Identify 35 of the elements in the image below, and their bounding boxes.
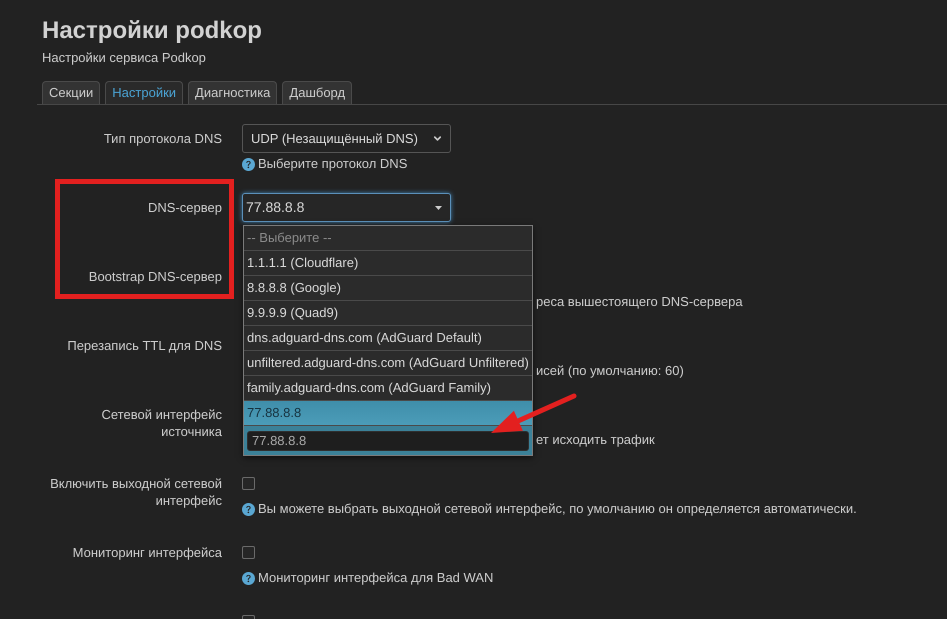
dropdown-option[interactable]: 8.8.8.8 (Google) <box>244 276 532 301</box>
tab[interactable]: Секции <box>42 81 100 104</box>
hint-text: Вы можете выбрать выходной сетевой интерфейс, по умолчанию он определяется автоматически. <box>258 501 857 517</box>
field-label: Мониторинг интерфейса <box>72 545 222 560</box>
dropdown-option[interactable]: 9.9.9.9 (Quad9) <box>244 301 532 326</box>
help-icon <box>242 502 255 516</box>
field-label: Тип протокола DNS <box>104 131 222 146</box>
field-label: DNS-сервер <box>148 200 222 215</box>
tab[interactable]: Настройки <box>105 81 184 104</box>
checkbox[interactable] <box>242 546 255 559</box>
tab[interactable]: Дашборд <box>282 81 352 104</box>
dropdown-option[interactable]: unfiltered.adguard-dns.com (AdGuard Unfiltered) <box>244 351 532 376</box>
hint-text: Выберите протокол DNS <box>258 156 408 172</box>
hint-text: Мониторинг интерфейса для Bad WAN <box>258 570 494 586</box>
field-label: Перезапись TTL для DNS <box>67 338 222 353</box>
hint-text: исей (по умолчанию: 60) <box>536 363 684 379</box>
page-subtitle: Настройки сервиса Podkop <box>42 49 206 66</box>
help-icon <box>242 158 255 170</box>
page-title: Настройки podkop <box>42 17 262 45</box>
dropdown-option[interactable]: 77.88.8.8 <box>244 401 532 426</box>
select-field[interactable]: UDP (Незащищённый DNS) <box>242 124 451 153</box>
combobox-field[interactable]: 77.88.8.8 <box>242 193 451 222</box>
dropdown-option[interactable]: family.adguard-dns.com (AdGuard Family) <box>244 376 532 401</box>
field-label: Сетевой интерфейс источника <box>102 407 222 439</box>
custom-value-input[interactable]: 77.88.8.8 <box>247 430 529 450</box>
hint-text: ет исходить трафик <box>536 432 655 448</box>
field-label: Включить выходной сетевой интерфейс <box>50 476 222 508</box>
dropdown-option[interactable]: dns.adguard-dns.com (AdGuard Default) <box>244 326 532 351</box>
checkbox[interactable] <box>242 477 255 490</box>
field-label: Bootstrap DNS-сервер <box>88 269 222 284</box>
tab[interactable]: Диагностика <box>188 81 278 104</box>
dropdown-option[interactable]: 1.1.1.1 (Cloudflare) <box>244 251 532 276</box>
hint-text: реса вышестоящего DNS-сервера <box>536 294 743 310</box>
caret-down-icon <box>435 206 442 210</box>
help-icon <box>242 572 255 584</box>
